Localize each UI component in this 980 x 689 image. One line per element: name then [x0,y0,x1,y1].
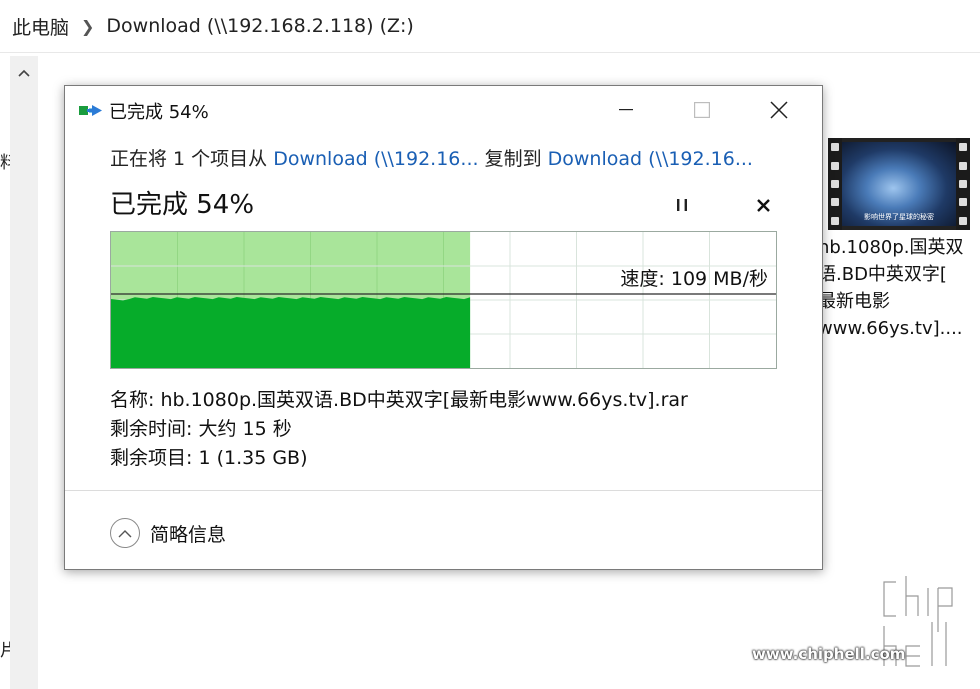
cancel-button[interactable] [751,193,775,217]
speed-area [111,297,471,368]
file-name: hb.1080p.国英双 语.BD中英双字[ 最新电影 www.66ys.tv]… [818,234,980,342]
film-strip-icon [828,138,842,230]
dialog-content: 正在将 1 个项目从 Download (\\192.16... 复制到 Dow… [110,144,790,220]
detail-value: hb.1080p.国英双语.BD中英双字[最新电影www.66ys.tv].ra… [160,389,688,411]
cancel-icon [756,198,770,212]
dialog-footer: 简略信息 [65,490,822,570]
video-thumbnail: 影响世界了星球的秘密 [828,138,970,230]
detail-value: 1 (1.35 GB) [198,447,308,469]
maximize-button[interactable] [668,86,736,134]
detail-row-time-remaining: 剩余时间: 大约 15 秒 [110,415,688,444]
copy-prefix-text: 正在将 1 个项目从 [110,148,268,170]
speed-label: 速度: 109 MB/秒 [620,268,768,290]
close-icon [770,101,788,119]
pause-button[interactable] [670,194,694,216]
destination-link[interactable]: Download (\\192.16... [548,148,753,170]
dialog-title: 已完成 54% [109,102,209,123]
chevron-right-icon[interactable]: ❯ [81,17,94,36]
detail-row-items-remaining: 剩余项目: 1 (1.35 GB) [110,444,688,473]
detail-label: 剩余时间: [110,418,193,440]
thumbnail-caption: 影响世界了星球的秘密 [864,213,934,221]
maximize-icon [694,102,710,118]
detail-value: 大约 15 秒 [198,418,292,440]
copy-progress-dialog: 已完成 54% 正在将 1 个项目从 Download (\\192.16...… [64,85,823,570]
detail-label: 剩余项目: [110,447,193,469]
copy-description: 正在将 1 个项目从 Download (\\192.16... 复制到 Dow… [110,144,790,171]
file-name-line: 最新电影 [818,291,890,312]
pause-icon [677,199,687,211]
file-name-line: 语.BD中英双字[ [818,264,947,285]
breadcrumb-download[interactable]: Download (\\192.168.2.118) (Z:) [106,15,413,37]
chevron-up-icon [118,529,132,537]
address-bar[interactable]: 此电脑 ❯ Download (\\192.168.2.118) (Z:) [0,0,980,53]
file-name-line: www.66ys.tv].... [818,318,963,339]
vertical-scrollbar[interactable] [10,56,38,689]
fewer-details-button[interactable] [110,518,140,548]
close-button[interactable] [745,86,813,134]
scroll-up-icon[interactable] [10,56,38,90]
breadcrumb-this-pc[interactable]: 此电脑 [12,13,69,40]
dialog-titlebar[interactable]: 已完成 54% [65,86,822,134]
copy-mid-text: 复制到 [484,148,542,170]
watermark-url: www.chiphell.com [752,645,906,663]
breadcrumb-label: 此电脑 [12,16,70,39]
fewer-details-label[interactable]: 简略信息 [150,520,226,547]
minimize-icon [619,109,633,111]
file-copy-icon [79,105,102,116]
minimize-button[interactable] [592,86,660,134]
progress-status: 已完成 54% [110,190,255,220]
speed-graph-svg [111,232,776,368]
file-name-line: hb.1080p.国英双 [818,237,964,258]
detail-row-name: 名称: hb.1080p.国英双语.BD中英双字[最新电影www.66ys.tv… [110,386,688,415]
film-strip-icon [956,138,970,230]
transfer-details: 名称: hb.1080p.国英双语.BD中英双字[最新电影www.66ys.tv… [110,386,688,473]
breadcrumb-label: Download (\\192.168.2.118) (Z:) [106,15,414,37]
detail-label: 名称: [110,389,155,411]
source-link[interactable]: Download (\\192.16... [273,148,478,170]
transfer-speed-graph: 速度: 109 MB/秒 [110,231,777,369]
